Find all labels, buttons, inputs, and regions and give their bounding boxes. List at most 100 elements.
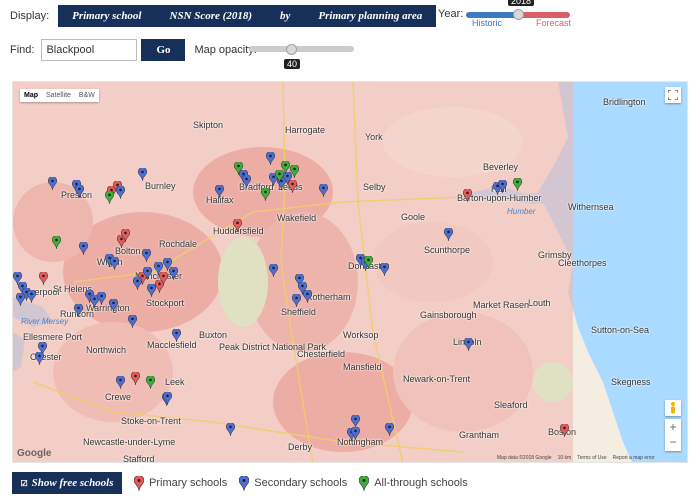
- map-opacity-slider[interactable]: 40: [249, 44, 354, 74]
- place-label: Goole: [401, 212, 426, 222]
- primary-school-marker[interactable]: [39, 272, 48, 285]
- secondary-school-marker[interactable]: [169, 267, 178, 280]
- secondary-school-marker[interactable]: [27, 290, 36, 303]
- secondary-school-marker[interactable]: [116, 186, 125, 199]
- forecast-label: Forecast: [536, 18, 572, 28]
- fullscreen-icon[interactable]: [665, 87, 681, 103]
- place-label: Stafford: [123, 454, 155, 463]
- place-label: Stoke-on-Trent: [121, 416, 181, 426]
- place-label: Scunthorpe: [424, 245, 471, 255]
- secondary-school-marker[interactable]: [319, 184, 328, 197]
- allthrough-school-marker[interactable]: [105, 191, 114, 204]
- map-type-control[interactable]: Map Satellite B&W: [20, 89, 99, 102]
- secondary-school-marker[interactable]: [133, 277, 142, 290]
- primary-school-marker[interactable]: [560, 424, 569, 437]
- secondary-school-marker[interactable]: [154, 262, 163, 275]
- find-input[interactable]: [41, 39, 138, 61]
- allthrough-school-marker[interactable]: [234, 162, 243, 175]
- secondary-school-marker[interactable]: [97, 292, 106, 305]
- display-selector[interactable]: Primary school NSN Score (2018) by Prima…: [58, 5, 437, 27]
- zoom-out-button[interactable]: −: [669, 435, 676, 450]
- secondary-school-marker[interactable]: [163, 392, 172, 405]
- display-phase-select[interactable]: Primary school: [58, 10, 155, 22]
- secondary-school-marker[interactable]: [142, 249, 151, 262]
- secondary-school-marker[interactable]: [464, 338, 473, 351]
- secondary-school-marker[interactable]: [351, 427, 360, 440]
- allthrough-school-marker[interactable]: [364, 256, 373, 269]
- secondary-school-marker[interactable]: [303, 290, 312, 303]
- place-label: Rochdale: [159, 239, 198, 249]
- secondary-school-marker[interactable]: [444, 228, 453, 241]
- allthrough-school-marker[interactable]: [513, 178, 522, 191]
- place-label: Leek: [165, 377, 185, 387]
- find-label: Find:: [10, 44, 35, 56]
- allthrough-school-marker[interactable]: [290, 165, 299, 178]
- secondary-school-marker[interactable]: [35, 352, 44, 365]
- terms-link[interactable]: Terms of Use: [577, 455, 606, 461]
- allthrough-school-marker[interactable]: [52, 236, 61, 249]
- map-type-bw[interactable]: B&W: [75, 89, 99, 102]
- place-label: Sutton-on-Sea: [591, 325, 650, 335]
- allthrough-school-marker[interactable]: [261, 188, 270, 201]
- display-area-select[interactable]: Primary planning area: [304, 10, 436, 22]
- primary-school-marker[interactable]: [463, 189, 472, 202]
- place-label: Nottingham: [337, 437, 384, 447]
- secondary-school-marker[interactable]: [138, 168, 147, 181]
- secondary-school-marker[interactable]: [143, 267, 152, 280]
- go-button[interactable]: Go: [141, 39, 186, 61]
- secondary-school-marker[interactable]: [116, 376, 125, 389]
- secondary-school-marker[interactable]: [266, 152, 275, 165]
- allthrough-school-marker[interactable]: [146, 376, 155, 389]
- map-type-satellite[interactable]: Satellite: [42, 89, 75, 102]
- secondary-school-marker[interactable]: [172, 329, 181, 342]
- place-label: Withernsea: [568, 202, 614, 212]
- zoom-control[interactable]: + −: [665, 419, 681, 451]
- place-label: Rotherham: [306, 292, 351, 302]
- secondary-school-marker[interactable]: [215, 185, 224, 198]
- secondary-school-marker[interactable]: [242, 175, 251, 188]
- secondary-school-marker[interactable]: [385, 423, 394, 436]
- legend-secondary-label: Secondary schools: [254, 477, 348, 489]
- map-canvas[interactable]: PrestonBurnleyBradfordLeedsYorkHarrogate…: [12, 81, 688, 463]
- secondary-school-marker[interactable]: [269, 264, 278, 277]
- place-label: Grantham: [459, 430, 500, 440]
- secondary-school-marker[interactable]: [109, 299, 118, 312]
- map-type-map[interactable]: Map: [20, 89, 42, 102]
- opacity-slider-track: [249, 46, 354, 52]
- report-error-link[interactable]: Report a map error: [613, 455, 655, 461]
- secondary-school-marker[interactable]: [380, 263, 389, 276]
- place-label: Bridlington: [603, 97, 646, 107]
- display-by-text: by: [280, 10, 291, 22]
- place-label: Wakefield: [277, 213, 317, 223]
- allthrough-school-marker[interactable]: [281, 161, 290, 174]
- primary-school-marker[interactable]: [131, 372, 140, 385]
- secondary-school-marker[interactable]: [74, 304, 83, 317]
- place-label: Skipton: [193, 120, 224, 130]
- place-label: Market Rasen: [473, 300, 530, 310]
- pegman-icon[interactable]: [665, 400, 681, 416]
- secondary-school-marker[interactable]: [79, 242, 88, 255]
- secondary-school-marker[interactable]: [147, 284, 156, 297]
- secondary-pin-icon: [239, 475, 250, 491]
- primary-school-marker[interactable]: [298, 462, 307, 463]
- secondary-school-marker[interactable]: [292, 294, 301, 307]
- zoom-in-button[interactable]: +: [669, 420, 676, 435]
- show-free-schools-button[interactable]: ☑ Show free schools: [12, 472, 122, 494]
- primary-school-marker[interactable]: [233, 219, 242, 232]
- year-slider-handle[interactable]: [513, 9, 524, 20]
- secondary-school-marker[interactable]: [110, 257, 119, 270]
- display-label: Display:: [10, 10, 50, 22]
- opacity-slider-handle[interactable]: [286, 44, 297, 55]
- place-label: Worksop: [343, 330, 379, 340]
- primary-school-marker[interactable]: [121, 229, 130, 242]
- secondary-school-marker[interactable]: [226, 423, 235, 436]
- secondary-school-marker[interactable]: [75, 185, 84, 198]
- secondary-school-marker[interactable]: [128, 315, 137, 328]
- place-label: Cleethorpes: [558, 258, 607, 268]
- secondary-school-marker[interactable]: [16, 293, 25, 306]
- show-free-schools-label: Show free schools: [31, 477, 114, 489]
- secondary-school-marker[interactable]: [48, 177, 57, 190]
- secondary-school-marker[interactable]: [498, 180, 507, 193]
- water-label: River Mersey: [21, 317, 69, 326]
- display-metric-select[interactable]: NSN Score (2018): [156, 10, 267, 22]
